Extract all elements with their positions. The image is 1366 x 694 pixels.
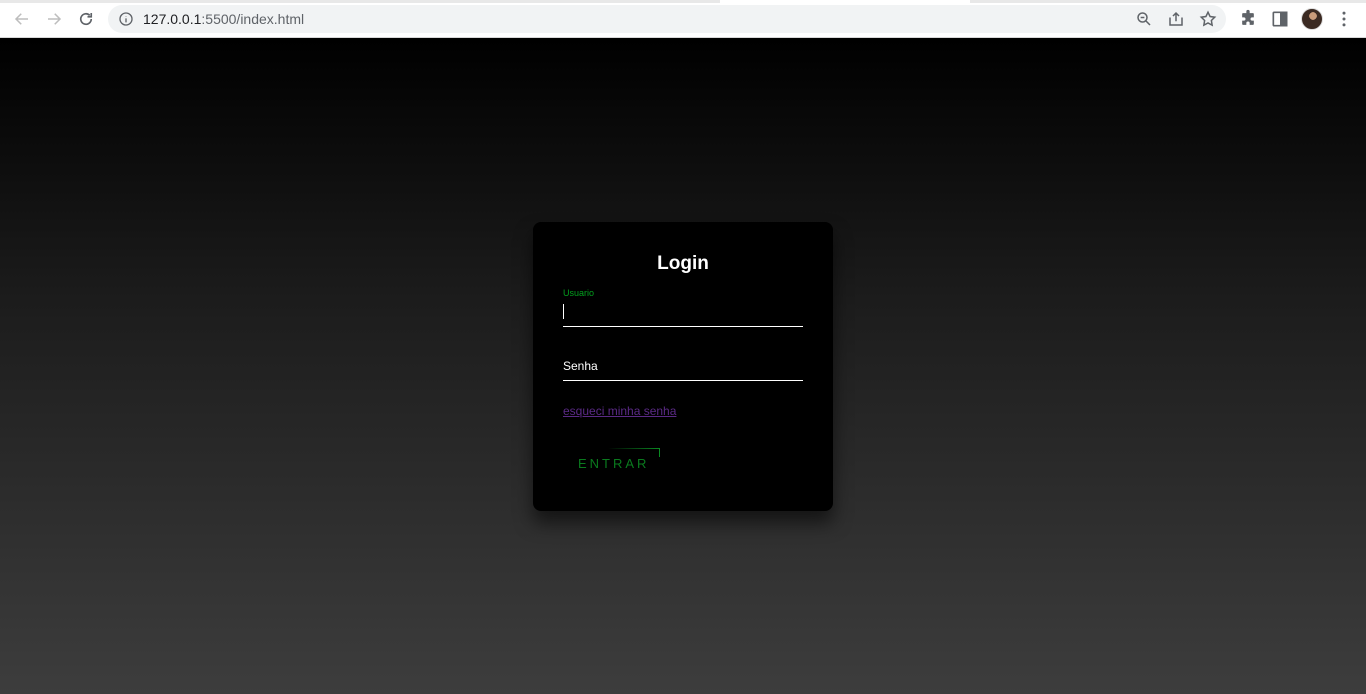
- tab-strip-edge: [0, 0, 1366, 3]
- login-title: Login: [657, 253, 709, 274]
- username-underline: [563, 326, 803, 327]
- profile-avatar[interactable]: [1301, 8, 1323, 30]
- share-icon[interactable]: [1167, 10, 1185, 28]
- url-host: 127.0.0.1: [143, 11, 202, 27]
- button-border-right: [659, 448, 660, 457]
- password-underline: [563, 380, 803, 381]
- page-background: Login Usuario Senha esqueci minha senha …: [0, 38, 1366, 694]
- menu-kebab-icon[interactable]: [1334, 9, 1354, 29]
- browser-toolbar: 127.0.0.1:5500/index.html: [0, 0, 1366, 38]
- back-button[interactable]: [10, 7, 34, 31]
- arrow-right-icon: [48, 13, 62, 25]
- password-field[interactable]: Senha: [563, 355, 803, 381]
- submit-button-label: ENTRAR: [578, 456, 650, 471]
- url-path: :5500/index.html: [201, 11, 305, 27]
- reload-icon: [79, 12, 93, 26]
- login-card: Login Usuario Senha esqueci minha senha …: [533, 222, 833, 511]
- password-placeholder: Senha: [563, 359, 598, 373]
- forward-button[interactable]: [42, 7, 66, 31]
- text-caret: [563, 304, 564, 319]
- zoom-icon[interactable]: [1135, 10, 1153, 28]
- reload-button[interactable]: [74, 7, 98, 31]
- arrow-left-icon: [14, 13, 28, 25]
- username-field[interactable]: Usuario: [563, 288, 803, 327]
- submit-button[interactable]: ENTRAR: [563, 446, 663, 476]
- forgot-password-link[interactable]: esqueci minha senha: [563, 404, 676, 418]
- address-bar[interactable]: 127.0.0.1:5500/index.html: [108, 5, 1226, 33]
- url-text[interactable]: 127.0.0.1:5500/index.html: [143, 5, 304, 33]
- info-icon[interactable]: [118, 11, 134, 27]
- username-label: Usuario: [563, 288, 595, 298]
- button-border-top: [608, 448, 660, 449]
- star-icon[interactable]: [1199, 10, 1217, 28]
- extensions-icon[interactable]: [1238, 9, 1258, 29]
- side-panel-icon[interactable]: [1270, 9, 1290, 29]
